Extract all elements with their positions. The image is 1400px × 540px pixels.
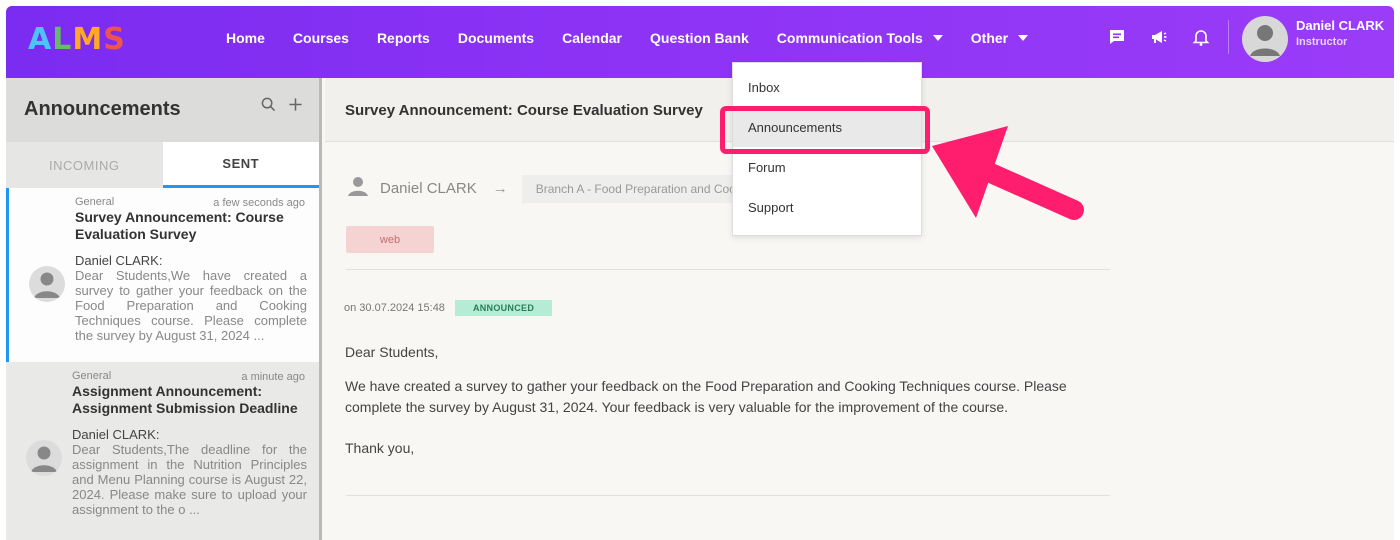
message-body: We have created a survey to gather your … <box>345 378 1067 415</box>
chevron-down-icon <box>932 35 943 41</box>
avatar[interactable] <box>1242 16 1288 62</box>
item-author: Daniel CLARK: <box>75 253 163 268</box>
list-item[interactable]: General a minute ago Assignment Announce… <box>6 362 319 540</box>
sender-name: Daniel CLARK <box>380 180 477 197</box>
nav-other[interactable]: Other <box>971 30 1029 46</box>
avatar <box>26 440 62 476</box>
sidebar-tabs: INCOMING SENT <box>6 142 319 188</box>
nav-courses[interactable]: Courses <box>293 30 349 46</box>
tab-incoming[interactable]: INCOMING <box>6 142 163 188</box>
top-navbar: ALMS Home Courses Reports Documents Cale… <box>6 6 1394 78</box>
megaphone-icon[interactable] <box>1148 26 1170 48</box>
callout-arrow-icon <box>932 126 1084 220</box>
announcement-date-row: on 30.07.2024 15:48 ANNOUNCED <box>344 300 553 316</box>
logo[interactable]: ALMS <box>28 22 126 57</box>
divider <box>346 495 1110 496</box>
highlight-box <box>720 106 930 154</box>
nav-communication-tools[interactable]: Communication Tools <box>777 30 943 46</box>
search-icon[interactable] <box>261 96 276 117</box>
user-role: Instructor <box>1296 36 1348 48</box>
chevron-down-icon <box>1018 35 1029 41</box>
item-title: Assignment Announcement: Assignment Subm… <box>72 383 298 416</box>
avatar <box>29 266 65 302</box>
message-closing: Thank you, <box>345 440 415 456</box>
list-item[interactable]: General a few seconds ago Survey Announc… <box>6 188 319 362</box>
item-preview: Dear Students,We have created a survey t… <box>75 268 307 343</box>
item-title: Survey Announcement: Course Evaluation S… <box>75 209 284 242</box>
main-nav: Home Courses Reports Documents Calendar … <box>226 6 1056 70</box>
nav-documents[interactable]: Documents <box>458 30 534 46</box>
message-greeting: Dear Students, <box>345 344 439 360</box>
app-frame: ALMS Home Courses Reports Documents Cale… <box>6 6 1394 540</box>
chat-icon[interactable] <box>1106 26 1128 48</box>
status-badge: ANNOUNCED <box>454 300 553 316</box>
logo-letter-a: A <box>28 22 53 57</box>
sidebar-header: Announcements <box>6 78 319 142</box>
user-icon <box>346 174 370 203</box>
nav-calendar[interactable]: Calendar <box>562 30 622 46</box>
sidebar-title: Announcements <box>24 98 181 120</box>
tab-sent[interactable]: SENT <box>162 142 319 188</box>
menu-item-support[interactable]: Support <box>733 187 921 227</box>
nav-question-bank[interactable]: Question Bank <box>650 30 749 46</box>
divider <box>1228 20 1229 54</box>
logo-letter-m: M <box>72 22 104 57</box>
logo-letter-l: L <box>52 22 73 57</box>
nav-reports[interactable]: Reports <box>377 30 430 46</box>
item-timestamp: a few seconds ago <box>213 197 305 209</box>
nav-home[interactable]: Home <box>226 30 265 46</box>
announcement-date: on 30.07.2024 15:48 <box>344 302 445 314</box>
menu-item-inbox[interactable]: Inbox <box>733 67 921 107</box>
item-preview: Dear Students,The deadline for the assig… <box>72 442 307 517</box>
top-icon-group <box>1106 26 1212 48</box>
add-icon[interactable] <box>288 96 303 117</box>
user-name[interactable]: Daniel CLARK <box>1296 18 1384 33</box>
announcements-sidebar: Announcements INCOMING SENT General a fe… <box>6 78 322 540</box>
bell-icon[interactable] <box>1190 26 1212 48</box>
page-title: Survey Announcement: Course Evaluation S… <box>345 102 703 119</box>
item-author: Daniel CLARK: <box>72 427 160 442</box>
divider <box>346 269 1110 270</box>
channel-tag: web <box>346 226 434 253</box>
sidebar-actions <box>261 96 303 117</box>
logo-letter-s: S <box>103 22 126 57</box>
item-timestamp: a minute ago <box>241 371 305 383</box>
arrow-right-icon: → <box>492 180 508 197</box>
